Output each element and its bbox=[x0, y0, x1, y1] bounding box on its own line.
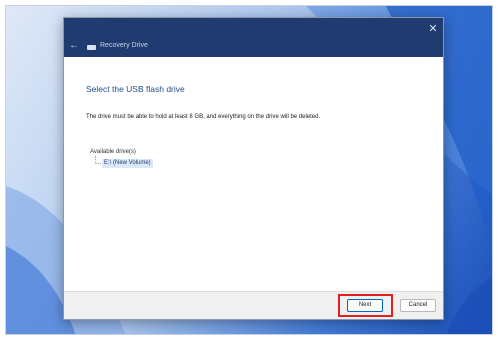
recovery-drive-dialog: ← Recovery Drive ✕ Select the USB flash … bbox=[63, 17, 444, 320]
drive-item-e[interactable]: E:\ (New Volume) bbox=[102, 159, 153, 168]
back-arrow-icon[interactable]: ← bbox=[68, 40, 80, 52]
next-button[interactable]: Next bbox=[347, 299, 383, 312]
close-icon[interactable]: ✕ bbox=[426, 22, 440, 36]
title-bar: ← Recovery Drive ✕ bbox=[64, 18, 443, 57]
tree-connector bbox=[95, 156, 101, 164]
recovery-drive-icon bbox=[87, 45, 96, 50]
window-title: Recovery Drive bbox=[100, 42, 148, 49]
dialog-content: Select the USB flash drive The drive mus… bbox=[64, 57, 443, 293]
cancel-button[interactable]: Cancel bbox=[400, 299, 436, 312]
dialog-footer: Next Cancel bbox=[64, 291, 443, 319]
page-heading: Select the USB flash drive bbox=[86, 84, 185, 94]
desktop: ← Recovery Drive ✕ Select the USB flash … bbox=[5, 5, 493, 335]
available-drives-label: Available drive(s) bbox=[90, 149, 136, 155]
page-description: The drive must be able to hold at least … bbox=[86, 114, 321, 120]
